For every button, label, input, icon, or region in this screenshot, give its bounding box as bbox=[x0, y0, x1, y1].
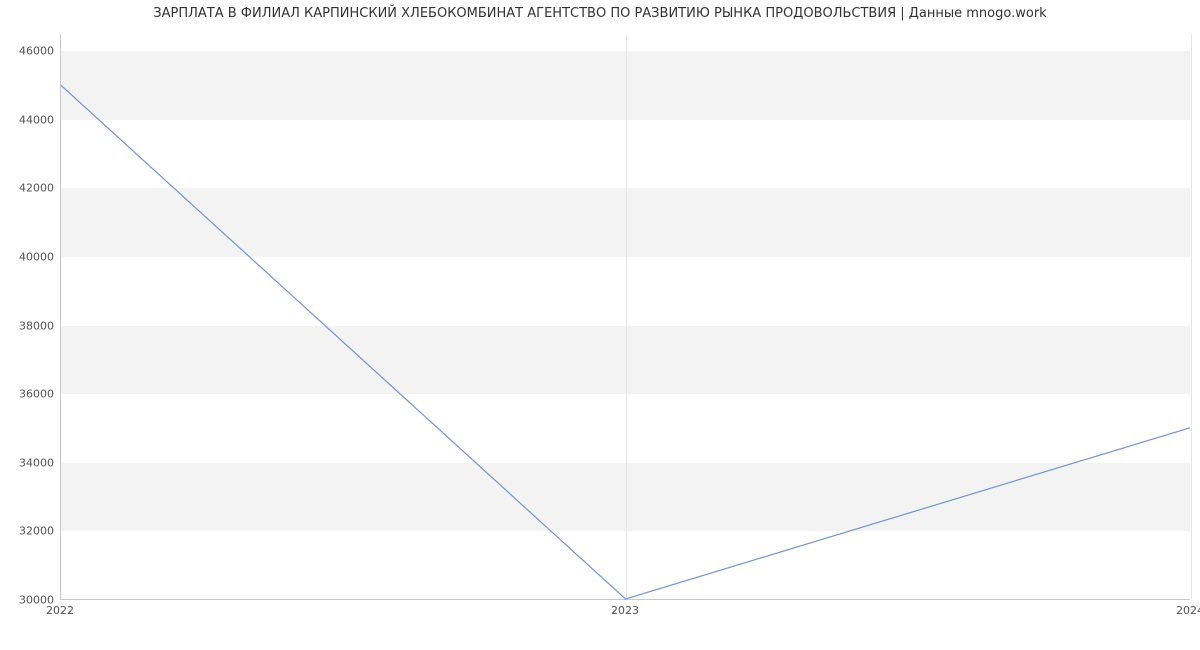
salary-series-line bbox=[61, 85, 1190, 599]
x-gridline bbox=[1191, 34, 1192, 599]
y-tick-label: 32000 bbox=[6, 525, 54, 538]
x-tick-label: 2024 bbox=[1170, 604, 1200, 617]
y-tick-label: 46000 bbox=[6, 45, 54, 58]
y-tick-label: 40000 bbox=[6, 250, 54, 263]
y-tick-label: 34000 bbox=[6, 456, 54, 469]
y-tick-label: 38000 bbox=[6, 319, 54, 332]
line-layer bbox=[61, 34, 1190, 599]
x-tick-label: 2022 bbox=[40, 604, 80, 617]
y-tick-label: 36000 bbox=[6, 388, 54, 401]
chart-title: ЗАРПЛАТА В ФИЛИАЛ КАРПИНСКИЙ ХЛЕБОКОМБИН… bbox=[0, 6, 1200, 21]
salary-line-chart: ЗАРПЛАТА В ФИЛИАЛ КАРПИНСКИЙ ХЛЕБОКОМБИН… bbox=[0, 0, 1200, 650]
plot-area bbox=[60, 34, 1190, 600]
y-tick-label: 42000 bbox=[6, 182, 54, 195]
x-tick-label: 2023 bbox=[605, 604, 645, 617]
y-tick-label: 44000 bbox=[6, 113, 54, 126]
